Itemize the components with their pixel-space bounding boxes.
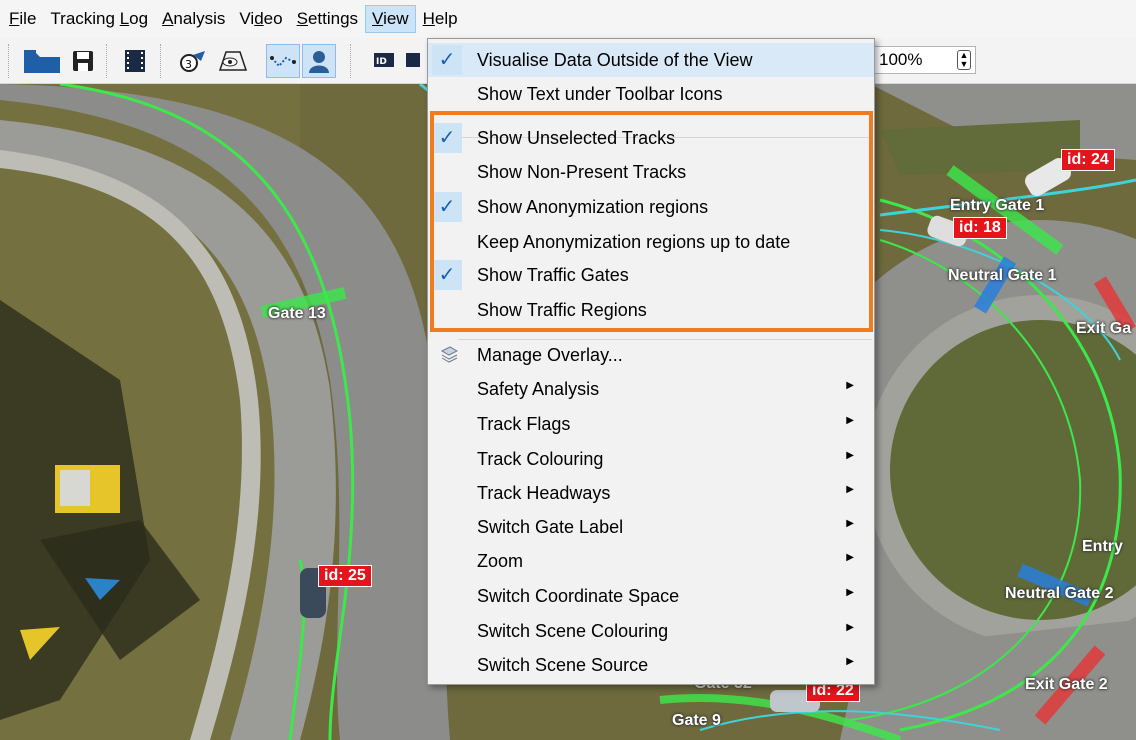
track-id-label[interactable]: id: 25: [318, 565, 372, 587]
menu-help[interactable]: Help: [416, 5, 465, 33]
check-icon: ✓: [432, 123, 462, 153]
save-icon[interactable]: [66, 44, 100, 78]
gate-label[interactable]: Neutral Gate 1: [948, 267, 1056, 285]
menu-item-switch-coordinate-space[interactable]: Switch Coordinate Space ▶: [428, 579, 874, 613]
zoom-spinner[interactable]: ▲ ▼: [957, 50, 971, 70]
track-id-label[interactable]: id: 24: [1061, 149, 1115, 171]
toolbar-separator: [106, 44, 109, 78]
menu-item-track-colouring[interactable]: Track Colouring ▶: [428, 442, 874, 476]
menu-item-show-non-present-tracks[interactable]: Show Non-Present Tracks: [428, 155, 874, 189]
menu-item-zoom[interactable]: Zoom ▶: [428, 544, 874, 578]
menu-item-track-flags[interactable]: Track Flags ▶: [428, 407, 874, 441]
menu-tracking-log[interactable]: Tracking Log: [43, 5, 155, 33]
menu-item-visualise-data-outside[interactable]: ✓ Visualise Data Outside of the View: [428, 43, 874, 77]
eye-region-icon[interactable]: [216, 44, 250, 78]
menu-item-show-traffic-regions[interactable]: Show Traffic Regions: [428, 293, 874, 327]
menu-item-manage-overlay[interactable]: Manage Overlay...: [428, 338, 874, 372]
menu-video[interactable]: Video: [232, 5, 289, 33]
id-label-icon[interactable]: ID: [364, 44, 424, 78]
svg-text:3: 3: [185, 58, 192, 71]
submenu-arrow-icon: ▶: [846, 587, 854, 598]
submenu-arrow-icon: ▶: [846, 622, 854, 633]
menu-bar: File Tracking Log Analysis Video Setting…: [0, 0, 1136, 38]
check-icon: ✓: [432, 192, 462, 222]
gate-label[interactable]: Gate 9: [672, 712, 721, 730]
check-icon: ✓: [432, 45, 462, 75]
menu-item-show-anonymization-regions[interactable]: ✓ Show Anonymization regions: [428, 190, 874, 224]
toolbar-separator: [350, 44, 353, 78]
menu-analysis[interactable]: Analysis: [155, 5, 232, 33]
check-icon: ✓: [432, 260, 462, 290]
svg-text:ID: ID: [376, 57, 387, 67]
submenu-arrow-icon: ▶: [846, 518, 854, 529]
zoom-input[interactable]: 100% ▲ ▼: [872, 46, 976, 74]
layers-icon: [440, 345, 459, 368]
submenu-arrow-icon: ▶: [846, 484, 854, 495]
gate-label[interactable]: Exit Gate 2: [1025, 676, 1108, 694]
person-icon[interactable]: [302, 44, 336, 78]
submenu-arrow-icon: ▶: [846, 415, 854, 426]
menu-file[interactable]: File: [2, 5, 43, 33]
toolbar-separator: [160, 44, 163, 78]
menu-item-switch-gate-label[interactable]: Switch Gate Label ▶: [428, 510, 874, 544]
menu-item-show-traffic-gates[interactable]: ✓ Show Traffic Gates: [428, 258, 874, 292]
view-menu-dropdown: ✓ Visualise Data Outside of the View Sho…: [427, 38, 875, 685]
menu-item-switch-scene-colouring[interactable]: Switch Scene Colouring ▶: [428, 614, 874, 648]
menu-item-show-text-under-toolbar-icons[interactable]: Show Text under Toolbar Icons: [428, 77, 874, 111]
submenu-arrow-icon: ▶: [846, 552, 854, 563]
menu-item-switch-scene-source[interactable]: Switch Scene Source ▶: [428, 648, 874, 682]
track-id-label[interactable]: id: 18: [953, 217, 1007, 239]
menu-item-show-unselected-tracks[interactable]: ✓ Show Unselected Tracks: [428, 121, 874, 155]
gate-label[interactable]: Neutral Gate 2: [1005, 585, 1113, 603]
gate-label[interactable]: Entry Gate 1: [950, 197, 1044, 215]
zoom-value: 100%: [879, 50, 923, 69]
menu-settings[interactable]: Settings: [290, 5, 365, 33]
track-points-icon[interactable]: [266, 44, 300, 78]
submenu-arrow-icon: ▶: [846, 656, 854, 667]
toolbar-grip[interactable]: [8, 44, 11, 78]
gate-label[interactable]: Exit Ga: [1076, 320, 1131, 338]
menu-view[interactable]: View: [365, 5, 416, 33]
film-icon[interactable]: [118, 44, 152, 78]
folder-icon[interactable]: [20, 44, 64, 78]
menu-item-track-headways[interactable]: Track Headways ▶: [428, 476, 874, 510]
submenu-arrow-icon: ▶: [846, 380, 854, 391]
submenu-arrow-icon: ▶: [846, 450, 854, 461]
timer-pointer-icon[interactable]: 3: [176, 44, 210, 78]
menu-item-keep-anonymization-regions-up-to-date[interactable]: Keep Anonymization regions up to date: [428, 225, 874, 259]
gate-label[interactable]: Entry: [1082, 538, 1123, 556]
gate-label[interactable]: Gate 13: [268, 305, 326, 323]
menu-item-safety-analysis[interactable]: Safety Analysis ▶: [428, 372, 874, 406]
